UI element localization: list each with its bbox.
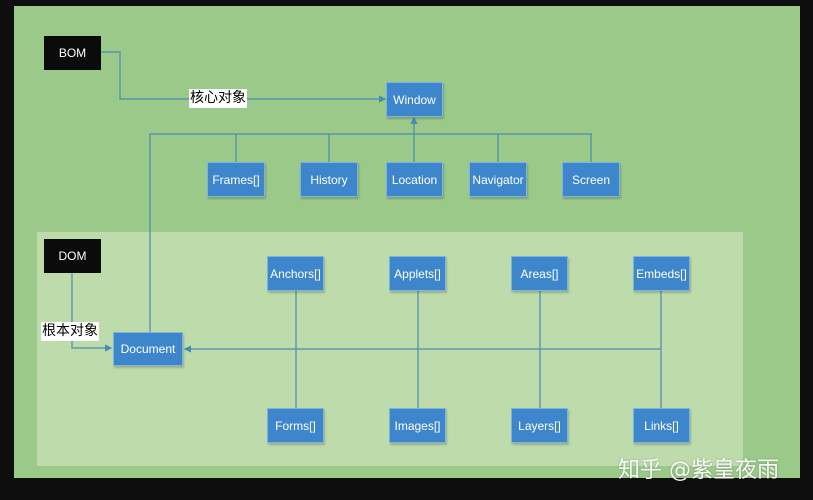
root-object-label: 根本对象 <box>41 322 99 341</box>
links-node: Links[] <box>633 408 690 443</box>
screen-node: Screen <box>562 162 620 197</box>
history-node: History <box>300 162 358 197</box>
frames-node: Frames[] <box>207 162 265 197</box>
images-node: Images[] <box>389 408 446 443</box>
dom-label: DOM <box>58 249 87 263</box>
layers-node: Layers[] <box>511 408 568 443</box>
dom-node: DOM <box>44 239 101 273</box>
forms-node: Forms[] <box>267 408 324 443</box>
areas-node: Areas[] <box>511 256 568 291</box>
window-node: Window <box>386 82 443 117</box>
bom-label: BOM <box>58 46 87 60</box>
bom-node: BOM <box>44 36 101 70</box>
core-object-label: 核心对象 <box>189 89 247 108</box>
location-node: Location <box>386 162 443 197</box>
applets-node: Applets[] <box>389 256 446 291</box>
embeds-node: Embeds[] <box>633 256 690 291</box>
anchors-node: Anchors[] <box>267 256 324 291</box>
navigator-node: Navigator <box>469 162 527 197</box>
document-node: Document <box>113 332 183 366</box>
watermark: 知乎 @紫皇夜雨 <box>618 458 779 483</box>
